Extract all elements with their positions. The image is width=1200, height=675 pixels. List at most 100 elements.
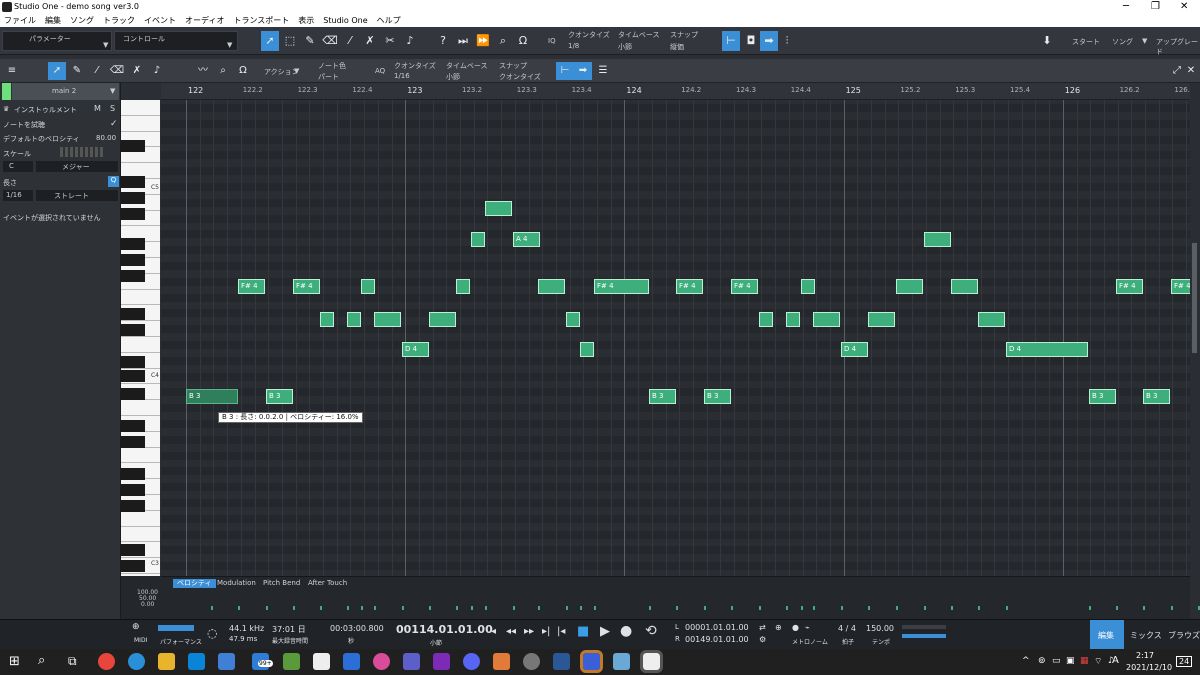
forward-button[interactable]: ▸▸ [524,626,534,637]
vscode-icon[interactable] [188,653,205,670]
velocity-bar[interactable] [471,606,473,610]
velocity-bar[interactable] [374,606,376,610]
midi-note[interactable] [320,312,334,327]
velocity-bar[interactable] [896,606,898,610]
velocity-bar[interactable] [676,606,678,610]
app-icon[interactable] [613,653,630,670]
security-icon[interactable]: ▦ [1080,656,1089,666]
photos-icon[interactable] [493,653,510,670]
studio-one-icon[interactable] [313,653,330,670]
record-button[interactable]: ● [620,623,632,639]
midi-note[interactable] [580,342,594,357]
studio-one-active-icon[interactable] [640,650,663,673]
loop-end[interactable]: 00149.01.01.00 [685,635,749,644]
minimize-button[interactable]: ─ [1123,1,1129,12]
snap-toggle-button[interactable]: ⊢ [722,31,740,51]
task-view-icon[interactable]: ⧉ [68,654,77,669]
punch-icon[interactable]: ⇄ [759,623,766,632]
black-key[interactable] [121,388,145,400]
midi-note[interactable]: B 3 [1143,389,1170,404]
velocity-bar[interactable] [566,606,568,610]
zoom-button[interactable]: ⌕ [214,62,232,80]
midi-note[interactable]: F# 4 [594,279,649,294]
length-mode-select[interactable]: ストレート [36,190,118,201]
velocity-bar[interactable] [594,606,596,610]
clock-time[interactable]: 2:17 [1136,651,1154,660]
black-key[interactable] [121,356,145,368]
vertical-scrollbar[interactable] [1190,83,1200,619]
midi-note[interactable] [374,312,401,327]
quantize-value[interactable]: 1/8 [568,42,579,50]
black-key[interactable] [121,500,145,512]
velocity-bar[interactable] [266,606,268,610]
discord-icon[interactable] [463,653,480,670]
chevron-down-icon[interactable]: ▼ [1142,37,1147,45]
arrow-right-icon[interactable]: ➡ [574,62,592,80]
white-key[interactable] [121,290,160,306]
edit-view-button[interactable]: 編集 [1090,620,1124,650]
song-button[interactable]: ソング [1112,37,1133,47]
black-key[interactable] [121,544,145,556]
black-key[interactable] [121,468,145,480]
velocity-bar[interactable] [347,606,349,610]
previous-marker-button[interactable]: |◂ [557,626,565,637]
windows-start-icon[interactable]: ⊞ [9,654,20,669]
velocity-bar[interactable] [1089,606,1091,610]
midi-note[interactable] [786,312,800,327]
listen-tool-button[interactable]: ♪ [401,31,419,51]
eraser-tool-button[interactable]: ⌫ [321,31,339,51]
search-icon[interactable]: ⌕ [38,653,45,668]
white-key[interactable] [121,337,160,353]
midi-note[interactable]: B 3 [266,389,293,404]
velocity-bar[interactable] [485,606,487,610]
next-marker-button[interactable]: ▸| [542,626,550,637]
close-icon[interactable]: ✕ [1182,62,1200,80]
time-signature[interactable]: 4 / 4 [838,624,856,633]
velocity-bar[interactable] [1171,606,1173,610]
menu-icon[interactable]: ≡ [3,62,21,80]
quantize-value[interactable]: 1/16 [394,72,410,80]
velocity-bar[interactable] [1143,606,1145,610]
download-icon[interactable]: ⬇ [1038,31,1056,51]
split-tool-button[interactable]: ✂ [381,31,399,51]
velocity-bar[interactable] [978,606,980,610]
velocity-bar[interactable] [293,606,295,610]
timebase-value[interactable]: 小節 [446,72,460,82]
chevron-up-icon[interactable]: ^ [1022,656,1030,666]
split-view-button[interactable]: ⫶ [778,31,796,51]
white-key[interactable] [121,527,160,543]
black-key[interactable] [121,324,145,336]
network-icon[interactable]: ⊚ [1038,656,1046,666]
arrow-tool-button[interactable]: ➚ [48,62,66,80]
play-button[interactable]: ▶ [600,624,610,639]
white-key[interactable] [121,511,160,527]
midi-note[interactable]: F# 4 [1171,279,1190,294]
bend-tool-button[interactable]: 〰 [194,62,212,80]
help-button[interactable]: ? [434,31,452,51]
midi-note[interactable]: F# 4 [1116,279,1143,294]
midi-note[interactable]: B 3 [649,389,676,404]
loop-button[interactable]: ⟲ [645,623,657,639]
piano-keyboard[interactable]: C5 C4 C3 [121,100,160,576]
metronome-icon[interactable]: ● [792,623,799,632]
black-key[interactable] [121,270,145,282]
midi-note[interactable] [924,232,951,247]
loop-start[interactable]: 00001.01.01.00 [685,623,749,632]
mute-tool-button[interactable]: ✗ [361,31,379,51]
black-key[interactable] [121,140,145,152]
midi-note[interactable]: F# 4 [676,279,703,294]
solo-button[interactable]: S [110,104,115,113]
menu-edit[interactable]: 編集 [45,15,61,26]
gear-icon[interactable] [523,653,540,670]
zoom-button[interactable]: ⌕ [494,31,512,51]
stop-button[interactable]: ■ [577,624,589,639]
maximize-button[interactable]: ❐ [1151,1,1160,12]
scroll-thumb[interactable] [1192,243,1197,353]
velocity-bar[interactable] [320,606,322,610]
midi-note[interactable] [347,312,361,327]
chrome-icon[interactable] [98,653,115,670]
snap-toggle-button[interactable]: ⊢ [556,62,574,80]
clock-date[interactable]: 2021/12/10 [1126,663,1172,672]
menu-event[interactable]: イベント [144,15,176,26]
velocity-bar[interactable] [538,606,540,610]
